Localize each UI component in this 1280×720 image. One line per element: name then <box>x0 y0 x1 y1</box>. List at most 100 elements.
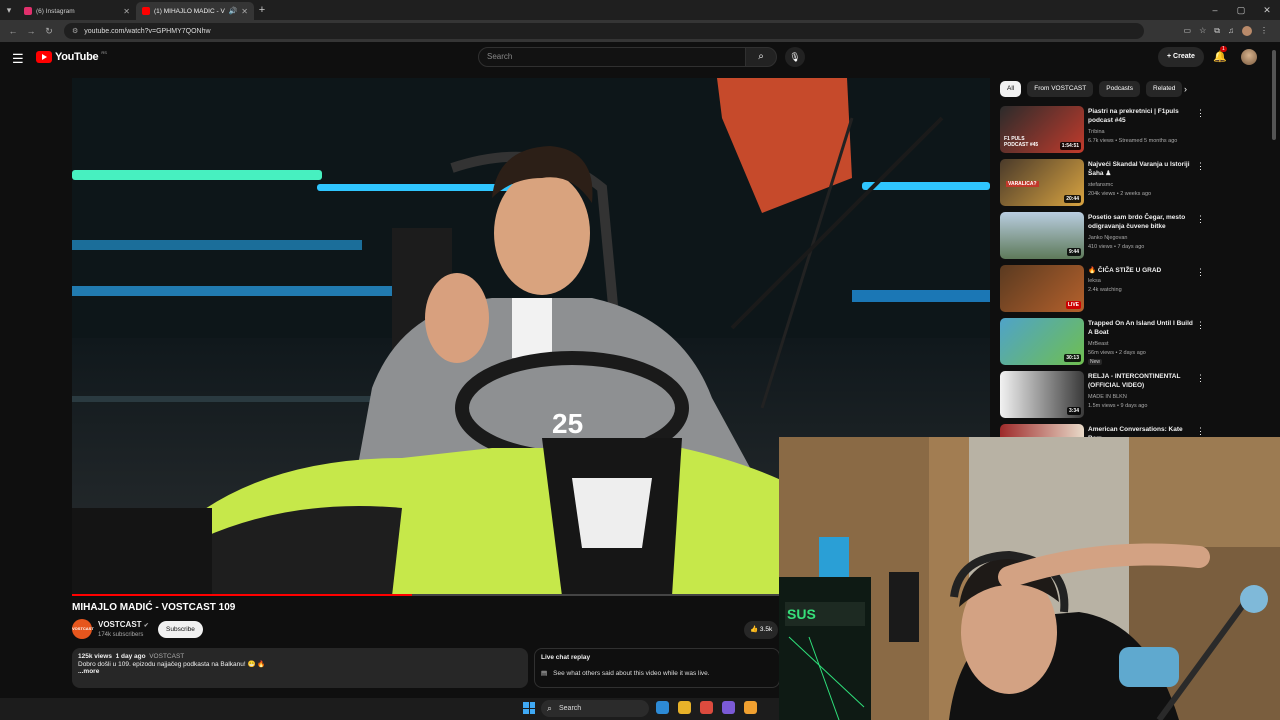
chip-from-channel[interactable]: From VOSTCAST <box>1027 81 1094 97</box>
list-item[interactable]: VARALICA? 20:44 Najveći Skandal Varanja … <box>1000 159 1210 211</box>
browser-navbar: ← → ↻ ⚙ youtube.com/watch?v=GPHMY7QONhw … <box>0 20 1280 42</box>
media-controls-icon[interactable]: ♫ <box>1228 26 1234 36</box>
channel-avatar[interactable]: VOSTCAST <box>72 619 94 639</box>
scrollbar-thumb[interactable] <box>1272 50 1276 140</box>
address-bar[interactable]: ⚙ youtube.com/watch?v=GPHMY7QONhw <box>64 23 1144 39</box>
cast-icon[interactable]: ▭ <box>1184 26 1192 36</box>
subscriber-count: 174k subscribers <box>98 632 144 638</box>
like-button[interactable]: 👍 3.5k <box>744 621 779 639</box>
forward-icon[interactable]: → <box>22 26 40 36</box>
subscribe-button[interactable]: Subscribe <box>158 621 203 638</box>
notification-badge: 1 <box>1220 46 1227 52</box>
taskbar-search[interactable]: Search <box>541 700 649 717</box>
minimize-icon[interactable]: – <box>1202 0 1228 20</box>
video-title[interactable]: Najveći Skandal Varanja u Istoriji Šaha … <box>1088 160 1196 178</box>
app-icon[interactable] <box>744 701 757 714</box>
voice-search-button[interactable]: 🎙 <box>785 47 805 67</box>
channel-name[interactable]: VOSTCAST ✔ <box>98 620 149 629</box>
video-thumbnail[interactable]: 3:34 <box>1000 371 1084 418</box>
more-options-icon[interactable]: ⋮ <box>1196 267 1205 278</box>
bookmark-star-icon[interactable]: ☆ <box>1199 26 1206 36</box>
chip-related[interactable]: Related <box>1146 81 1183 97</box>
chevron-right-icon[interactable]: › <box>1184 84 1187 94</box>
page-scrollbar[interactable] <box>1272 46 1277 420</box>
hashtag[interactable]: VOSTCAST <box>149 653 184 660</box>
windows-start-icon[interactable] <box>523 702 535 714</box>
app-icon[interactable] <box>722 701 735 714</box>
more-options-icon[interactable]: ⋮ <box>1196 108 1205 119</box>
tab-instagram[interactable]: (6) Instagram ✕ <box>18 2 136 20</box>
channel-name[interactable]: Tribina <box>1088 129 1105 135</box>
channel-name[interactable]: Janko Njegovan <box>1088 235 1127 241</box>
reload-icon[interactable]: ↻ <box>40 26 58 37</box>
file-explorer-icon[interactable] <box>656 701 669 714</box>
video-title[interactable]: Trapped On An Island Until I Build A Boa… <box>1088 319 1196 337</box>
video-title[interactable]: Posetio sam brdo Čegar, mesto odigravanj… <box>1088 213 1196 231</box>
list-item[interactable]: F1 PULS PODCAST #45 1:54:51 Piastri na p… <box>1000 106 1210 158</box>
thumbnail-text: F1 PULS PODCAST #45 <box>1004 136 1039 148</box>
window-controls: – ▢ ✕ <box>1202 0 1280 20</box>
more-options-icon[interactable]: ⋮ <box>1196 426 1205 437</box>
close-window-icon[interactable]: ✕ <box>1254 0 1280 20</box>
logo-text: YouTube <box>55 51 99 63</box>
account-avatar[interactable] <box>1241 49 1257 65</box>
video-thumbnail[interactable]: 30:13 <box>1000 318 1084 365</box>
notifications-button[interactable]: 🔔 1 <box>1213 46 1227 63</box>
search-button[interactable]: ⌕ <box>745 47 777 67</box>
back-icon[interactable]: ← <box>4 26 22 36</box>
tab-search-icon[interactable]: ▾ <box>0 0 18 20</box>
live-badge: LIVE <box>1065 301 1081 309</box>
more-button[interactable]: ...more <box>78 668 522 675</box>
more-options-icon[interactable]: ⋮ <box>1196 161 1205 172</box>
tab-youtube[interactable]: (1) MIHAJLO MADIĆ - VOS 🔊 ✕ <box>136 2 254 20</box>
search-input[interactable]: Search <box>478 47 746 67</box>
close-tab-icon[interactable]: ✕ <box>241 7 248 16</box>
chip-all[interactable]: All <box>1000 81 1022 97</box>
more-options-icon[interactable]: ⋮ <box>1196 214 1205 225</box>
list-item[interactable]: LIVE 🔥 ČIČA STIŽE U GRAD leksa 2.4k watc… <box>1000 265 1210 317</box>
video-thumbnail[interactable]: LIVE <box>1000 265 1084 312</box>
menu-icon[interactable]: ☰ <box>12 51 24 67</box>
browser-menu-icon[interactable]: ⋮ <box>1260 26 1268 36</box>
video-thumbnail[interactable]: VARALICA? 20:44 <box>1000 159 1084 206</box>
list-item[interactable]: American Conversations: Kate Barr ⋮ <box>1000 424 1210 438</box>
live-chat-replay[interactable]: Live chat replay ▤ See what others said … <box>534 648 780 688</box>
list-item[interactable]: 3:34 RELJA - INTERCONTINENTAL (OFFICIAL … <box>1000 371 1210 423</box>
speaker-icon[interactable]: 🔊 <box>229 7 238 15</box>
video-thumbnail[interactable] <box>1000 424 1084 438</box>
video-title[interactable]: 🔥 ČIČA STIŽE U GRAD <box>1088 266 1196 275</box>
more-options-icon[interactable]: ⋮ <box>1196 320 1205 331</box>
new-tab-button[interactable]: + <box>254 4 270 16</box>
browser-tab-bar: ▾ (6) Instagram ✕ (1) MIHAJLO MADIĆ - VO… <box>0 0 1280 20</box>
maximize-icon[interactable]: ▢ <box>1228 0 1254 20</box>
list-item[interactable]: 30:13 Trapped On An Island Until I Build… <box>1000 318 1210 370</box>
kart-number: 25 <box>552 408 583 439</box>
site-info-icon[interactable]: ⚙ <box>72 27 78 35</box>
more-options-icon[interactable]: ⋮ <box>1196 373 1205 384</box>
channel-name[interactable]: leksa <box>1088 278 1101 284</box>
tab-title: (1) MIHAJLO MADIĆ - VOS <box>154 7 225 15</box>
instagram-icon <box>24 7 32 15</box>
youtube-icon <box>142 7 150 15</box>
chip-podcasts[interactable]: Podcasts <box>1099 81 1140 97</box>
close-tab-icon[interactable]: ✕ <box>123 7 130 16</box>
channel-name[interactable]: MADE IN BLKN <box>1088 394 1127 400</box>
chrome-icon[interactable] <box>700 701 713 714</box>
video-thumbnail[interactable]: 9:44 <box>1000 212 1084 259</box>
video-meta: 2.4k watching <box>1088 287 1122 293</box>
create-button[interactable]: + Create <box>1158 47 1204 67</box>
channel-name[interactable]: MrBeast <box>1088 341 1108 347</box>
video-title[interactable]: Piastri na prekretnici | F1puls podcast … <box>1088 107 1196 125</box>
video-thumbnail[interactable]: F1 PULS PODCAST #45 1:54:51 <box>1000 106 1084 153</box>
extensions-icon[interactable]: ⧉ <box>1214 26 1220 36</box>
profile-avatar-icon[interactable] <box>1242 26 1252 36</box>
folder-icon[interactable] <box>678 701 691 714</box>
channel-name[interactable]: stefansmc <box>1088 182 1113 188</box>
list-item[interactable]: 9:44 Posetio sam brdo Čegar, mesto odigr… <box>1000 212 1210 264</box>
video-title[interactable]: RELJA - INTERCONTINENTAL (OFFICIAL VIDEO… <box>1088 372 1196 390</box>
description-box[interactable]: 125k views 1 day ago VOSTCAST Dobro došl… <box>72 648 528 688</box>
progress-fill <box>72 594 412 596</box>
youtube-logo[interactable]: YouTube RS <box>36 50 107 63</box>
verified-icon: ✔ <box>143 623 149 629</box>
url-text: youtube.com/watch?v=GPHMY7QONhw <box>84 27 211 35</box>
